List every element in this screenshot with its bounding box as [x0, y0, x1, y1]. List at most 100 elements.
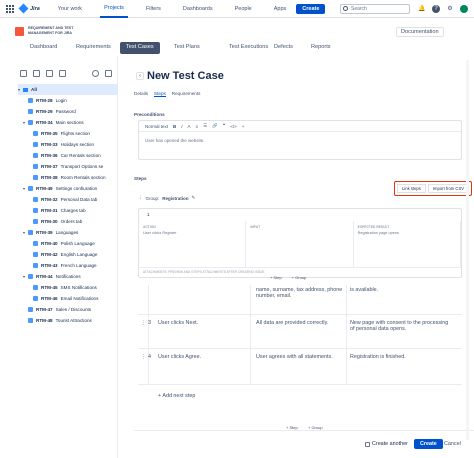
drag-handle-icon[interactable]: ⋮ [141, 354, 146, 360]
tree-item-key: RTM-31 [41, 208, 58, 213]
preconditions-editor[interactable]: Normal text BI A ≡ ☰ 🔗 ❝ </> + User has ope… [138, 120, 462, 160]
tab-dashboard[interactable]: Dashboard [24, 42, 63, 54]
tree-item[interactable]: ▾ RTM-39 Languages [18, 227, 118, 238]
step-row[interactable]: name, surname, tax address, phone number… [138, 285, 462, 315]
tree-item[interactable]: RTM-28 Login [18, 95, 118, 106]
tree-root-all[interactable]: ▾ All [18, 84, 118, 95]
create-test-case-button[interactable]: Create [414, 439, 443, 449]
back-button[interactable]: ‹ [136, 72, 144, 80]
tree-item[interactable]: RTM-37 Transport Options se [18, 161, 118, 172]
tab-reports[interactable]: Reports [305, 42, 337, 54]
add-step-mini-button[interactable]: + Step [270, 275, 282, 280]
step-editor: 1 ACTION User clicks Register INPUT EXPEC… [138, 208, 462, 278]
list-icon[interactable]: ≡ [196, 124, 199, 129]
bold-icon[interactable]: B [173, 124, 176, 129]
documentation-button[interactable]: Documentation [396, 27, 444, 37]
add-next-step-button[interactable]: + Add next step [158, 393, 195, 399]
tab-defects[interactable]: Defects [268, 42, 299, 54]
drag-handle-icon[interactable]: ⋮ [141, 320, 146, 326]
tree-item[interactable]: RTM-36 Car Rentals section [18, 150, 118, 161]
step-row[interactable]: 4 User clicks Agree. User agrees with all … [138, 349, 462, 385]
text-style-select[interactable]: Normal text [145, 124, 168, 129]
create-button[interactable]: Create [296, 3, 326, 14]
edit-icon[interactable]: ✎ [192, 195, 196, 201]
new-folder-icon[interactable] [33, 70, 40, 77]
jira-logo[interactable]: Jira [18, 3, 40, 14]
tree-item[interactable]: RTM-31 Charges tab [18, 205, 118, 216]
settings-icon[interactable]: ⚙ [446, 5, 454, 13]
nav-your-work[interactable]: Your work [54, 6, 86, 12]
drag-handle-icon[interactable]: ⋮ [138, 195, 143, 201]
nav-dashboards[interactable]: Dashboards [179, 6, 217, 12]
test-case-icon [33, 175, 38, 180]
group-name[interactable]: Registration [162, 196, 188, 201]
tree-item[interactable]: RTM-29 Password [18, 106, 118, 117]
bottom-add-group[interactable]: + Group [308, 425, 323, 430]
create-another-checkbox[interactable] [365, 442, 370, 447]
input-field[interactable]: INPUT [246, 221, 354, 267]
tree-item[interactable]: ▾ RTM-34 Main sections [18, 117, 118, 128]
tab-steps[interactable]: Steps [154, 91, 166, 97]
tab-details[interactable]: Details [134, 91, 148, 97]
nav-filters[interactable]: Filters [142, 6, 165, 12]
quote-icon[interactable]: ❝ [223, 123, 225, 129]
nav-people[interactable]: People [231, 6, 256, 12]
tree-item[interactable]: RTM-43 French Language [18, 260, 118, 271]
tree-item[interactable]: RTM-42 English Language [18, 249, 118, 260]
more-icon[interactable]: + [242, 124, 245, 129]
tab-test-cases[interactable]: Test Cases [120, 42, 160, 54]
search-input[interactable]: Search [340, 4, 410, 14]
tree-item[interactable]: RTM-48 Tourist Attractions [18, 315, 118, 326]
delete-icon[interactable] [46, 70, 53, 77]
cancel-button[interactable]: Cancel [444, 441, 461, 447]
preconditions-text[interactable]: User has opened the website. [139, 132, 461, 149]
search-icon[interactable] [92, 70, 99, 77]
avatar[interactable] [460, 5, 468, 13]
tree-item-label: Charges tab [60, 208, 86, 213]
tree-item[interactable]: RTM-30 Orders tab [18, 216, 118, 227]
test-case-icon [28, 109, 33, 114]
tree-item-key: RTM-49 [36, 186, 53, 191]
notifications-icon[interactable]: 🔔 [418, 5, 426, 13]
tree-item-key: RTM-48 [36, 318, 53, 323]
tree-item[interactable]: RTM-32 Personal Data tab [18, 194, 118, 205]
add-group-mini-button[interactable]: + Group [292, 275, 307, 280]
step-expected-result: New page with consent to the processing … [350, 320, 449, 332]
tree-item[interactable]: RTM-38 Room Rentals section [18, 172, 118, 183]
result-field[interactable]: EXPECTED RESULT Registration page opens [354, 221, 461, 267]
tree-item[interactable]: RTM-45 SMS Notifications [18, 282, 118, 293]
add-step-group-mini: + Step + Group [270, 275, 306, 280]
filter-icon[interactable] [105, 70, 112, 77]
tree-item[interactable]: ▾ RTM-49 Settings confiuration [18, 183, 118, 194]
tree-item[interactable]: ▾ RTM-44 Notifications [18, 271, 118, 282]
tree-item[interactable]: RTM-40 Polish Language [18, 238, 118, 249]
import-csv-button[interactable]: Import from CSV [427, 184, 470, 193]
tab-requirements-sub[interactable]: Requirements [172, 91, 201, 97]
nav-apps[interactable]: Apps [270, 6, 291, 12]
link-icon[interactable]: 🔗 [212, 123, 218, 129]
tree-item[interactable]: RTM-35 Flights section [18, 128, 118, 139]
tree-item[interactable]: RTM-46 Email Notifications [18, 293, 118, 304]
ordered-list-icon[interactable]: ☰ [203, 123, 207, 129]
tab-requirements[interactable]: Requirements [70, 42, 117, 54]
link-steps-button[interactable]: Link steps [397, 184, 426, 193]
tree-item[interactable]: RTM-47 Sales / Discounts [18, 304, 118, 315]
code-icon[interactable]: </> [230, 124, 237, 129]
tree-item-label: Transport Options se [60, 164, 104, 169]
app-switcher-icon[interactable] [6, 4, 14, 13]
step-input: All data are provided correctly. [256, 320, 329, 326]
color-icon[interactable]: A [188, 124, 191, 129]
tab-test-executions[interactable]: Test Executions [223, 42, 274, 54]
nav-projects[interactable]: Projects [100, 0, 128, 18]
italic-icon[interactable]: I [181, 124, 182, 129]
action-field[interactable]: ACTION User clicks Register [139, 221, 247, 267]
bottom-add-step[interactable]: + Step [286, 425, 298, 430]
test-case-icon [33, 252, 38, 257]
tab-test-plans[interactable]: Test Plans [168, 42, 206, 54]
copy-icon[interactable] [59, 70, 66, 77]
step-row[interactable]: 3 User clicks Next. All data are provided … [138, 315, 462, 349]
expand-icon[interactable] [20, 70, 27, 77]
help-icon[interactable]: ? [432, 5, 440, 13]
tree-item[interactable]: RTM-33 Holidays section [18, 139, 118, 150]
scrollbar[interactable] [466, 60, 469, 440]
